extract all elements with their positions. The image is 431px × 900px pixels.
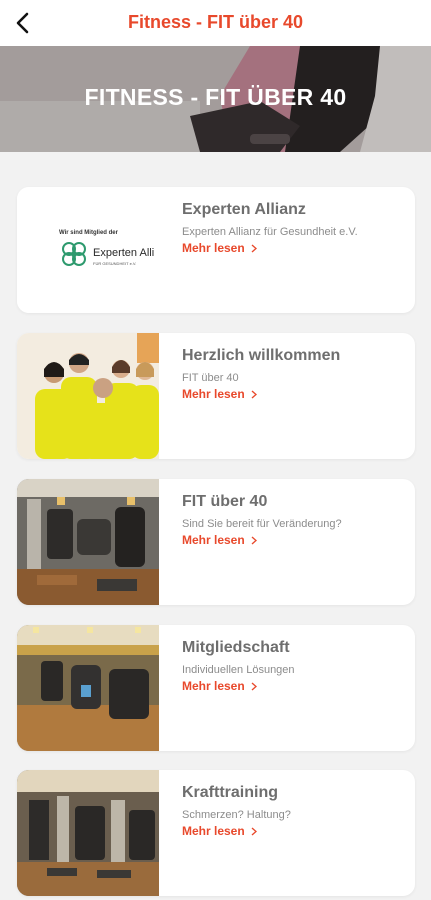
logo-tagline: FÜR GESUNDHEIT e.V. — [93, 261, 137, 266]
more-link-label: Mehr lesen — [182, 533, 245, 547]
card-body: FIT über 40 Sind Sie bereit für Veränder… — [182, 493, 405, 549]
card-herzlich-willkommen[interactable]: Herzlich willkommen FIT über 40 Mehr les… — [17, 333, 415, 459]
gym-photo-1 — [17, 479, 159, 605]
top-bar: Fitness - FIT über 40 — [0, 0, 431, 46]
gym-photo-1-image — [17, 479, 159, 605]
chevron-right-icon — [251, 826, 257, 836]
gym-photo-2 — [17, 625, 159, 751]
card-body: Experten Allianz Experten Allianz für Ge… — [182, 201, 405, 257]
hero-banner: FITNESS - FIT ÜBER 40 — [0, 46, 431, 152]
chevron-right-icon — [251, 243, 257, 253]
more-link[interactable]: Mehr lesen — [182, 241, 257, 255]
more-link[interactable]: Mehr lesen — [182, 533, 257, 547]
card-title: Experten Allianz — [182, 201, 306, 218]
card-krafttraining[interactable]: Krafttraining Schmerzen? Haltung? Mehr l… — [17, 770, 415, 896]
experten-allianz-logo-icon — [62, 242, 86, 266]
card-subtitle: FIT über 40 — [182, 372, 239, 384]
card-body: Herzlich willkommen FIT über 40 Mehr les… — [182, 347, 405, 403]
card-body: Mitgliedschaft Individuellen Lösungen Me… — [182, 639, 405, 695]
card-title: Herzlich willkommen — [182, 347, 341, 364]
logo-name: Experten Alli — [93, 247, 155, 259]
card-experten-allianz[interactable]: Wir sind Mitglied der Experten Alli FÜR … — [17, 187, 415, 313]
card-subtitle: Experten Allianz für Gesundheit e.V. — [182, 226, 358, 238]
gym-photo-3-image — [17, 770, 159, 896]
card-body: Krafttraining Schmerzen? Haltung? Mehr l… — [182, 784, 405, 840]
chevron-right-icon — [251, 389, 257, 399]
more-link[interactable]: Mehr lesen — [182, 824, 257, 838]
gym-photo-3 — [17, 770, 159, 896]
more-link-label: Mehr lesen — [182, 387, 245, 401]
card-fit-ueber-40[interactable]: FIT über 40 Sind Sie bereit für Veränder… — [17, 479, 415, 605]
card-title: Mitgliedschaft — [182, 639, 290, 656]
logo-caption: Wir sind Mitglied der — [59, 230, 118, 236]
chevron-right-icon — [251, 535, 257, 545]
card-mitgliedschaft[interactable]: Mitgliedschaft Individuellen Lösungen Me… — [17, 625, 415, 751]
more-link-label: Mehr lesen — [182, 824, 245, 838]
team-photo — [17, 333, 159, 459]
card-subtitle: Schmerzen? Haltung? — [182, 809, 291, 821]
card-title: Krafttraining — [182, 784, 278, 801]
card-subtitle: Sind Sie bereit für Veränderung? — [182, 518, 342, 530]
gym-photo-2-image — [17, 625, 159, 751]
more-link-label: Mehr lesen — [182, 241, 245, 255]
more-link-label: Mehr lesen — [182, 679, 245, 693]
more-link[interactable]: Mehr lesen — [182, 679, 257, 693]
experten-allianz-logo: Wir sind Mitglied der Experten Alli FÜR … — [17, 187, 159, 313]
card-subtitle: Individuellen Lösungen — [182, 664, 295, 676]
chevron-right-icon — [251, 681, 257, 691]
team-photo-image — [17, 333, 159, 459]
page-title: Fitness - FIT über 40 — [127, 12, 304, 32]
hero-title: FITNESS - FIT ÜBER 40 — [84, 84, 347, 110]
card-title: FIT über 40 — [182, 493, 268, 510]
more-link[interactable]: Mehr lesen — [182, 387, 257, 401]
